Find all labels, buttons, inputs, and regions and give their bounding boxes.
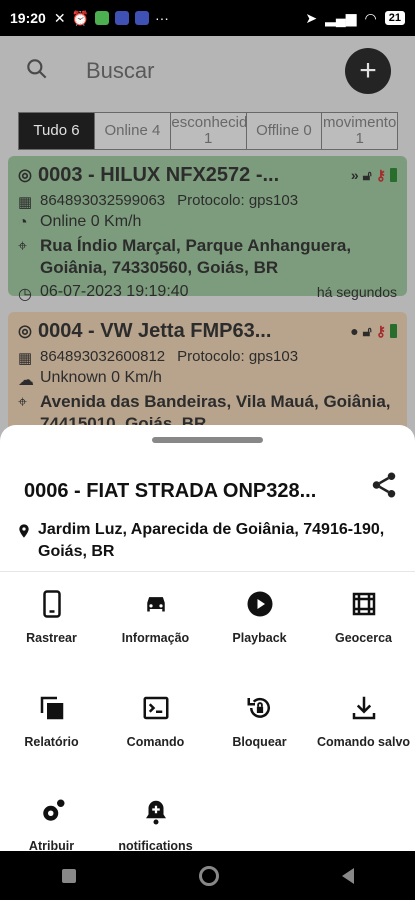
bell-plus-icon	[145, 800, 166, 825]
action-label: Geocerca	[335, 631, 392, 645]
action-label: Rastrear	[26, 631, 77, 645]
home-icon[interactable]	[198, 865, 219, 886]
report-button[interactable]: Relatório	[0, 679, 103, 769]
notifications-button[interactable]: notifications	[104, 783, 207, 851]
action-label: Atribuir	[28, 839, 75, 851]
mute-icon: ✕	[53, 9, 66, 26]
app-icon	[134, 11, 149, 25]
download-icon	[352, 696, 375, 720]
notification-icons: ✕ ⏰ ···	[54, 10, 169, 27]
lock-reset-icon	[247, 697, 270, 718]
alarm-icon: ⏰	[71, 9, 89, 26]
system-nav-bar	[0, 851, 415, 900]
share-icon[interactable]	[369, 470, 399, 500]
action-label: Comando salvo	[316, 735, 411, 749]
location-pin-icon	[19, 524, 29, 538]
assign-button[interactable]: Atribuir	[0, 783, 103, 851]
track-button[interactable]: Rastrear	[0, 575, 103, 665]
settings-icon	[42, 799, 64, 821]
command-button[interactable]: Comando	[104, 679, 207, 769]
playback-button[interactable]: Playback	[208, 575, 311, 665]
car-icon	[146, 597, 165, 612]
sheet-title: 0006 - FIAT STRADA ONP328...	[24, 480, 317, 502]
sheet-location: Jardim Luz, Aparecida de Goiânia, 74916-…	[16, 519, 401, 562]
grid-icon	[352, 592, 375, 616]
status-bar: 19:20 ✕ ⏰ ··· ➤ ▂▄▆ ◠ 21	[0, 0, 415, 36]
action-label: notifications	[118, 839, 193, 851]
drag-handle[interactable]	[152, 437, 263, 443]
wifi-icon: ◠	[364, 9, 377, 26]
action-label: Relatório	[24, 735, 79, 749]
action-label: Informação	[121, 631, 190, 645]
signal-icon: ▂▄▆	[325, 9, 357, 26]
back-icon[interactable]	[341, 867, 354, 884]
location-icon: ➤	[305, 9, 318, 26]
terminal-icon	[143, 696, 168, 720]
app-icon	[114, 11, 129, 25]
play-icon	[247, 591, 272, 617]
vehicle-bottom-sheet: 0006 - FIAT STRADA ONP328... Jardim Luz,…	[0, 425, 415, 851]
action-label: Bloquear	[232, 735, 287, 749]
divider	[0, 571, 415, 572]
block-button[interactable]: Bloquear	[208, 679, 311, 769]
sheet-location-text: Jardim Luz, Aparecida de Goiânia, 74916-…	[38, 521, 385, 560]
action-label: Playback	[232, 631, 287, 645]
phone-icon	[42, 590, 61, 618]
action-label: Comando	[126, 735, 185, 749]
info-button[interactable]: Informação	[104, 575, 207, 665]
battery-icon: 21	[384, 11, 405, 25]
saved-command-button[interactable]: Comando salvo	[312, 679, 415, 769]
more-icon: ···	[154, 10, 169, 26]
copy-icon	[40, 696, 63, 720]
app-icon	[94, 11, 109, 25]
recents-icon[interactable]	[61, 868, 76, 883]
status-time: 19:20	[10, 10, 46, 26]
geofence-button[interactable]: Geocerca	[312, 575, 415, 665]
